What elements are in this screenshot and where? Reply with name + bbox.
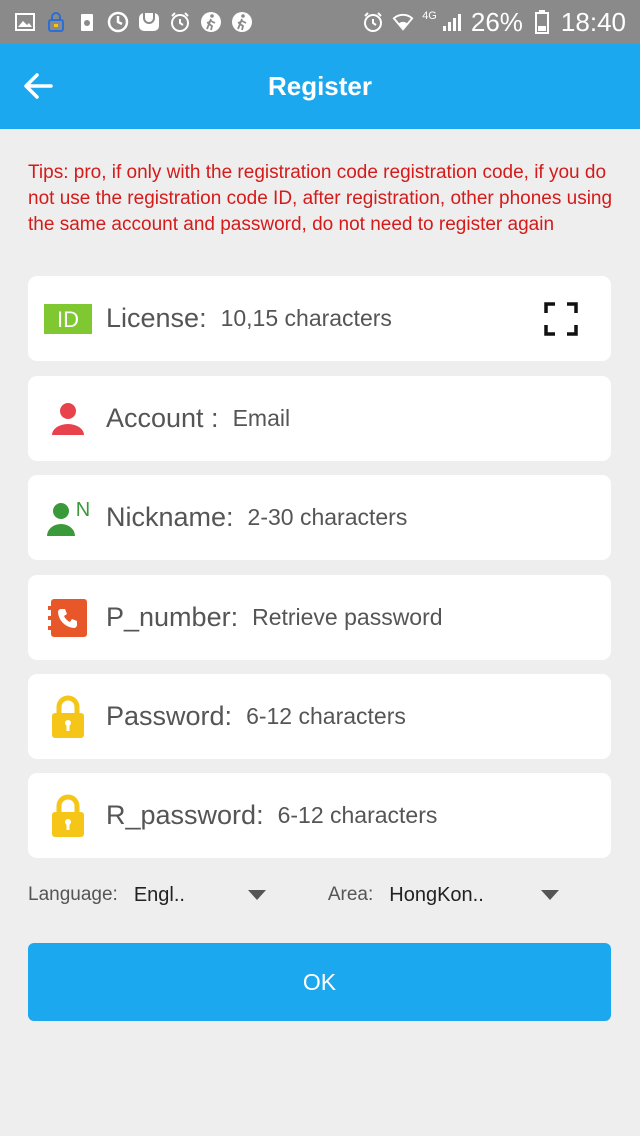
license-label: License: (106, 303, 207, 333)
locale-selectors: Language: Engl.. Area: HongKon.. (28, 876, 611, 914)
language-label: Language: (28, 884, 118, 905)
app-bar: Register (0, 44, 640, 129)
clock: 18:40 (560, 6, 626, 37)
nickname-label: Nickname: (106, 502, 234, 532)
gallery-icon (14, 11, 36, 33)
repeat-password-field[interactable]: R_password: (28, 773, 611, 858)
registration-tips: Tips: pro, if only with the registration… (28, 162, 613, 235)
password-label: Password: (106, 701, 233, 731)
nickname-input[interactable] (247, 497, 611, 538)
person-icon (44, 395, 92, 443)
language-value: Engl.. (133, 883, 185, 906)
signal-icon (441, 11, 463, 33)
page-title: Register (267, 71, 373, 101)
area-value: HongKon.. (389, 883, 484, 906)
status-bar: 4G 26% 18:40 (0, 0, 640, 44)
account-input[interactable] (232, 398, 611, 439)
license-input[interactable] (220, 298, 541, 339)
svg-text:ID: ID (57, 307, 79, 332)
lock-icon-repeat (44, 792, 92, 840)
area-selector[interactable]: Area: HongKon.. (327, 883, 560, 907)
alarm-status-icon (362, 11, 384, 33)
phone-input[interactable] (252, 597, 611, 638)
walking-icon-2 (231, 11, 253, 33)
chevron-down-icon-area (541, 890, 560, 900)
nickname-field[interactable]: N Nickname: (28, 475, 611, 560)
notification-icons (14, 11, 253, 33)
nickname-user-icon: N (44, 494, 92, 542)
id-card-icon: ID (44, 295, 92, 343)
password-field[interactable]: Password: (28, 674, 611, 759)
arrow-left-icon (24, 73, 53, 99)
phone-book-icon (44, 594, 92, 642)
battery-icon (531, 10, 553, 34)
svg-text:N: N (76, 499, 90, 521)
scan-icon (544, 301, 578, 336)
network-type: 4G (422, 10, 437, 22)
account-label: Account : (106, 403, 219, 433)
vpn-lock-icon (45, 11, 67, 33)
ok-button[interactable]: OK (28, 943, 611, 1021)
alarm-icon (169, 11, 191, 33)
back-button[interactable] (18, 66, 58, 106)
phone-label: P_number: (106, 602, 239, 632)
sync-icon (107, 11, 129, 33)
repeat-password-input[interactable] (277, 795, 611, 836)
recycle-icon (76, 11, 98, 33)
battery-percent: 26% (470, 6, 523, 37)
galaxy-app-icon (138, 11, 160, 33)
scan-button[interactable] (541, 299, 581, 339)
wifi-icon (392, 11, 414, 33)
password-input[interactable] (246, 696, 611, 737)
phone-field[interactable]: P_number: (28, 575, 611, 660)
license-field[interactable]: ID License: (28, 276, 611, 361)
lock-icon (44, 693, 92, 741)
repeat-password-label: R_password: (106, 800, 264, 830)
language-selector[interactable]: Language: Engl.. (28, 884, 266, 907)
account-field[interactable]: Account : (28, 376, 611, 461)
chevron-down-icon (247, 890, 266, 900)
walking-icon (200, 11, 222, 33)
system-status: 4G 26% 18:40 (362, 7, 626, 38)
area-label: Area: (327, 884, 374, 905)
